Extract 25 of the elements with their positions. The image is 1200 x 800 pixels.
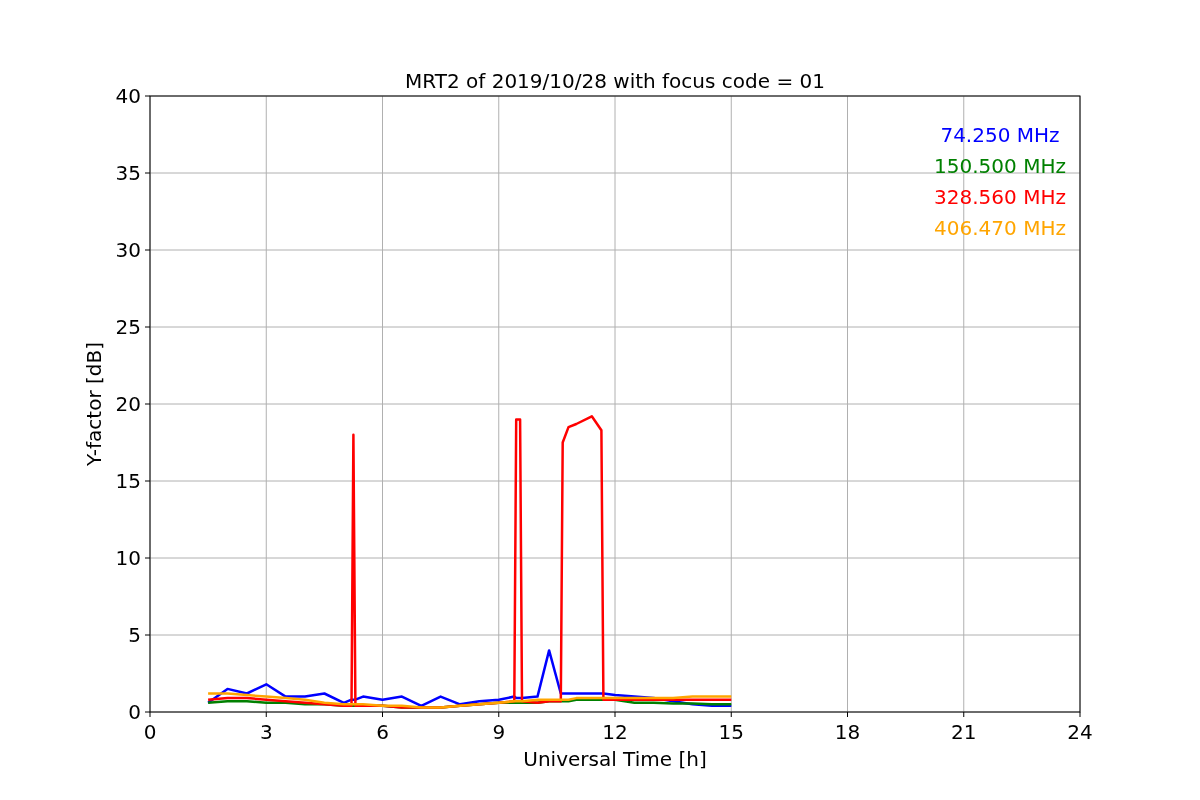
tick-label: 30 <box>115 238 141 262</box>
tick-label: 40 <box>115 84 141 108</box>
tick-label: 21 <box>951 720 977 744</box>
tick-label: 25 <box>115 315 141 339</box>
legend-label: 150.500 MHz <box>934 154 1066 178</box>
tick-label: 6 <box>376 720 389 744</box>
tick-label: 35 <box>115 161 141 185</box>
tick-label: 20 <box>115 392 141 416</box>
tick-label: 12 <box>602 720 628 744</box>
tick-label: 5 <box>128 623 141 647</box>
y-axis-label: Y-factor [dB] <box>82 342 106 466</box>
legend-label: 74.250 MHz <box>940 123 1060 147</box>
tick-label: 0 <box>128 700 141 724</box>
x-axis-label: Universal Time [h] <box>523 747 707 771</box>
tick-label: 15 <box>718 720 744 744</box>
tick-label: 18 <box>834 720 861 744</box>
chart-title: MRT2 of 2019/10/28 with focus code = 01 <box>405 69 825 93</box>
tick-label: 3 <box>259 720 273 744</box>
tick-label: 10 <box>115 546 141 570</box>
tick-label: 15 <box>115 469 141 493</box>
tick-label: 9 <box>492 720 506 744</box>
legend-label: 328.560 MHz <box>934 185 1066 209</box>
legend-label: 406.470 MHz <box>934 216 1066 240</box>
tick-label: 0 <box>143 720 157 744</box>
tick-label: 24 <box>1067 720 1093 744</box>
